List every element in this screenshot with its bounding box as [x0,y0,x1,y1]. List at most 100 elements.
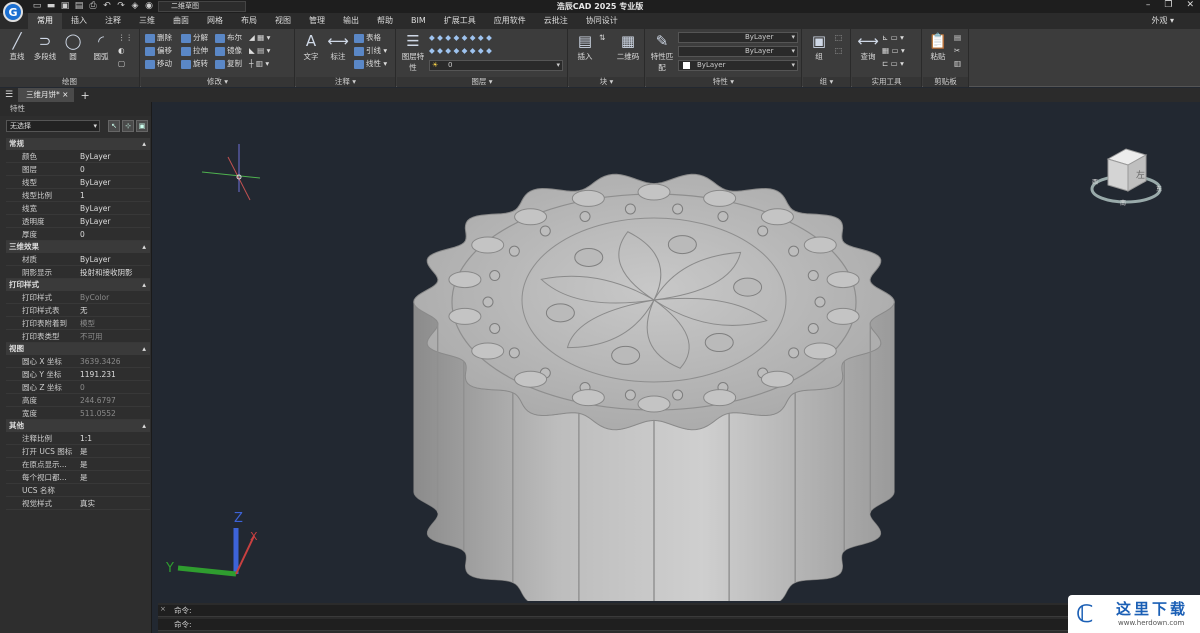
command-input[interactable]: 命令: [158,619,1200,631]
ribbon-tab[interactable]: 插入 [62,13,96,29]
leader-button[interactable]: 引线 ▾ [354,45,387,57]
new-tab-icon[interactable]: + [80,89,89,102]
layer-tools-row1[interactable]: ◆ ◆ ◆ ◆ ◆ ◆ ◆ ◆ [429,32,492,44]
props-row[interactable]: 打印表附着到 模型 [6,317,150,330]
props-section-header[interactable]: 常规 [6,138,150,150]
props-row[interactable]: 线型比例 1 [6,189,150,202]
props-row[interactable]: 圆心 X 坐标 3639.3426 [6,355,150,368]
table-button[interactable]: 表格 [354,32,381,44]
props-row[interactable]: 高度 244.6797 [6,394,150,407]
lineweight-select[interactable]: ByLayer [678,46,798,57]
ribbon-tab[interactable]: 注释 [96,13,130,29]
layer-properties-button[interactable]: ☰ 图层特性 [399,32,427,73]
doc-tab-active[interactable]: 三维月饼* × [18,88,75,102]
viewcube[interactable]: 左 西 东 南 [1090,148,1162,207]
quick-select-icon[interactable]: ↖ [108,120,120,132]
layer-select[interactable]: ☀ 0 [429,60,563,71]
ribbon-tab[interactable]: 帮助 [368,13,402,29]
ribbon-tab[interactable]: 三维 [130,13,164,29]
props-section-header[interactable]: 三维效果 [6,241,150,253]
doc-tab-close-icon[interactable]: × [62,90,68,99]
ribbon-tab[interactable]: 曲面 [164,13,198,29]
utility-tool-2-icon[interactable]: ▦ ▭ ▾ [882,45,905,57]
drawing-viewport[interactable]: 左 西 东 南 Z Y X [158,102,1200,601]
pickadd-icon[interactable]: ▣ [136,120,148,132]
props-row[interactable]: 在原点显示... 是 [6,458,150,471]
mirror-button[interactable]: 镜像 [215,45,242,57]
copy-clip-icon[interactable]: ▤ [954,32,961,44]
ungroup-icon[interactable]: ⬚ [835,45,842,57]
ribbon-tab[interactable]: 云批注 [535,13,577,29]
props-row[interactable]: 材质 ByLayer [6,253,150,266]
props-row[interactable]: 打开 UCS 图标是 [6,445,150,458]
selection-select[interactable]: 无选择 [6,120,100,132]
utility-tool-3-icon[interactable]: ⊏ ▭ ▾ [882,58,904,70]
circle-button[interactable]: ◯ 圆 [60,32,86,62]
props-section-header[interactable]: 其他 [6,420,150,432]
command-close-icon[interactable]: × [160,605,166,613]
props-row[interactable]: 宽度 511.0552 [6,407,150,420]
layer-tools-row2[interactable]: ◆ ◆ ◆ ◆ ◆ ◆ ◆ ◆ [429,45,492,57]
copy-button[interactable]: 复制 [215,58,242,70]
props-row[interactable]: 打印样式表 无 [6,304,150,317]
rotate-button[interactable]: 旋转 [181,58,208,70]
ellipse-icon[interactable]: ◐ [118,45,125,57]
linear-button[interactable]: 线性 ▾ [354,58,387,70]
ribbon-tab[interactable]: 扩展工具 [435,13,485,29]
props-section-header[interactable]: 视图 [6,343,150,355]
trim-icon[interactable]: ┼ ▥ ▾ [249,58,269,70]
hatch-icon[interactable]: ⋮⋮ [118,32,133,44]
stretch-button[interactable]: 拉伸 [181,45,208,57]
group-button[interactable]: ▣ 组 [806,32,832,62]
props-row[interactable]: 线宽 ByLayer [6,202,150,215]
ribbon-tab[interactable]: 网格 [198,13,232,29]
ribbon-tab[interactable]: BIM [402,13,435,29]
moon-cake-model[interactable] [413,173,895,601]
close-icon[interactable]: ✕ [1186,0,1194,10]
props-row[interactable]: 每个视口都... 是 [6,471,150,484]
cut-icon[interactable]: ✂ [954,45,960,57]
ribbon-tab[interactable]: 协同设计 [577,13,627,29]
paste-button[interactable]: 📋 粘贴 [925,32,951,62]
props-section-header[interactable]: 打印样式 [6,279,150,291]
utility-tool-1-icon[interactable]: ⊾ ▭ ▾ [882,32,904,44]
props-row[interactable]: UCS 名称 [6,484,150,497]
props-row[interactable]: 打印样式 ByColor [6,291,150,304]
ribbon-tab[interactable]: 管理 [300,13,334,29]
block-edit-icon[interactable]: ⇅ [599,32,605,44]
props-row[interactable]: 视觉样式 真实 [6,497,150,510]
match-properties-button[interactable]: ✎ 特性匹配 [649,32,675,73]
explode-button[interactable]: 分解 [181,32,208,44]
props-row[interactable]: 注释比例 1:1 [6,432,150,445]
fillet-icon[interactable]: ◢ ▦ ▾ [249,32,270,44]
props-row[interactable]: 圆心 Y 坐标 1191.231 [6,368,150,381]
rectangle-icon[interactable]: ▢ [118,58,125,70]
ribbon-tab[interactable]: 常用 [28,13,62,29]
props-row[interactable]: 线型 ByLayer [6,176,150,189]
scale-icon[interactable]: ◣ ▤ ▾ [249,45,270,57]
dimension-button[interactable]: ⟷ 标注 [325,32,351,62]
appearance-menu[interactable]: 外观 ▾ [1151,13,1174,29]
props-row[interactable]: 打印表类型 不可用 [6,330,150,343]
query-button[interactable]: ⟷ 查询 [855,32,881,62]
props-row[interactable]: 圆心 Z 坐标 0 [6,381,150,394]
line-button[interactable]: ╱ 直线 [4,32,30,62]
qrcode-button[interactable]: ▦ 二维码 [613,32,643,62]
ribbon-tab[interactable]: 视图 [266,13,300,29]
props-row[interactable]: 图层 0 [6,163,150,176]
offset-button[interactable]: 偏移 [145,45,172,57]
erase-button[interactable]: 删除 [145,32,172,44]
color-select[interactable]: ByLayer [678,60,798,71]
linetype-select[interactable]: ByLayer [678,32,798,43]
select-objects-icon[interactable]: ⊹ [122,120,134,132]
props-row[interactable]: 透明度 ByLayer [6,215,150,228]
move-button[interactable]: 移动 [145,58,172,70]
props-row[interactable]: 颜色 ByLayer [6,150,150,163]
insert-button[interactable]: ▤ 插入 [572,32,598,62]
text-button[interactable]: A 文字 [298,32,324,62]
ribbon-tab[interactable]: 布局 [232,13,266,29]
restore-icon[interactable]: ❐ [1164,0,1172,10]
group-tools-icon[interactable]: ⬚ [835,32,842,44]
app-logo-icon[interactable]: G [3,2,23,22]
polyline-button[interactable]: ⊃ 多段线 [32,32,58,62]
